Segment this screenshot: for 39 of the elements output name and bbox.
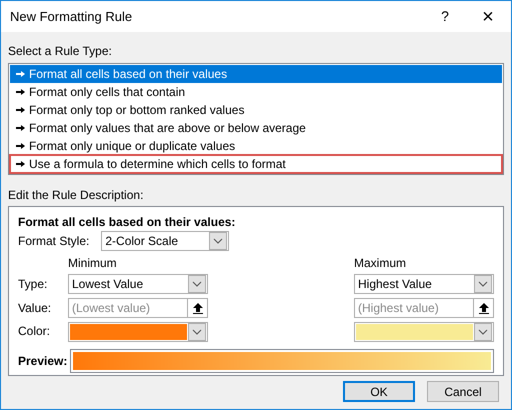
dropdown[interactable]: Lowest Value [68,274,208,294]
field-label: Color: [18,323,52,340]
rule-type-item[interactable]: Format all cells based on their values [10,65,502,83]
bullet-arrow-icon [16,71,25,77]
field-label: Preview: [18,353,68,370]
dropdown[interactable]: Highest Value [354,274,494,294]
close-button[interactable]: × [465,6,511,26]
field-label: Value: [18,300,52,317]
window-title: New Formatting Rule [10,8,134,26]
section-label: Edit the Rule Description: [8,187,144,204]
help-button[interactable]: ? [425,6,465,27]
bullet-arrow-icon [16,143,25,149]
rule-type-item[interactable]: Format only values that are above or below average [10,119,502,137]
bullet-arrow-icon [16,161,25,167]
rule-type-item[interactable]: Format only cells that contain [10,83,502,101]
bullet-arrow-icon [16,89,25,95]
bullet-arrow-icon [16,107,25,113]
caret-icon [213,238,224,244]
column-heading: Maximum [354,256,408,270]
rule-type-item[interactable]: Use a formula to determine which cells to format [10,155,502,173]
bullet-arrow-icon [16,125,25,131]
caret-icon [478,281,488,287]
dropdown[interactable]: 2-Color Scale [101,231,230,251]
section-label: Select a Rule Type: [8,43,113,60]
caret-icon [192,281,202,287]
field-label: Format Style: [18,233,90,250]
dialog-button[interactable]: OK [343,381,415,402]
caret-icon [478,329,488,335]
column-heading: Minimum [68,256,118,270]
upload-arrow-icon[interactable] [478,302,488,314]
dialog-button[interactable]: Cancel [427,381,499,402]
field-label: Type: [18,276,48,293]
upload-arrow-icon[interactable] [192,302,202,314]
rule-type-item[interactable]: Format only unique or duplicate values [10,137,502,155]
color-dropdown[interactable] [354,322,494,342]
caret-icon [192,329,202,335]
rule-type-item[interactable]: Format only top or bottom ranked values [10,101,502,119]
panel-heading: Format all cells based on their values: [18,214,236,231]
color-dropdown[interactable] [68,322,208,342]
